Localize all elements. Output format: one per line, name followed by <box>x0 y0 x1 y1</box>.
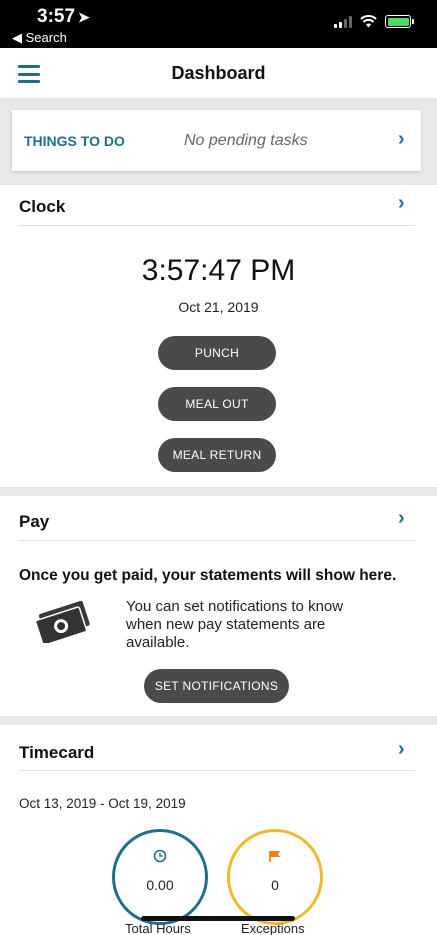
money-icon <box>35 601 90 643</box>
wifi-icon <box>360 15 377 28</box>
status-bar: 3:57 ➤ ◀ Search <box>0 0 437 48</box>
things-to-do-status: No pending tasks <box>184 132 308 149</box>
status-icons <box>334 15 414 28</box>
timecard-date-range: Oct 13, 2019 - Oct 19, 2019 <box>19 796 186 811</box>
timecard-chevron-right-icon[interactable]: › <box>398 738 405 761</box>
status-time: 3:57 ➤ <box>37 6 90 28</box>
clock-icon <box>115 849 205 868</box>
meal-out-button[interactable]: MEAL OUT <box>158 387 276 421</box>
status-time-text: 3:57 <box>37 6 76 27</box>
set-notifications-button[interactable]: SET NOTIFICATIONS <box>144 669 289 703</box>
divider <box>19 770 415 771</box>
clock-section-title[interactable]: Clock <box>19 197 65 217</box>
flag-icon <box>230 849 320 868</box>
chevron-right-icon: › <box>398 128 405 150</box>
cellular-signal-icon <box>334 15 352 28</box>
timecard-section-title[interactable]: Timecard <box>19 743 94 763</box>
clock-date: Oct 21, 2019 <box>178 299 259 315</box>
exceptions-value: 0 <box>271 877 279 893</box>
location-arrow-icon: ➤ <box>78 9 90 25</box>
pay-empty-message: Once you get paid, your statements will … <box>19 567 397 584</box>
nav-bar: Dashboard <box>0 48 437 98</box>
pay-section-title[interactable]: Pay <box>19 512 49 532</box>
clock-chevron-right-icon[interactable]: › <box>398 192 405 215</box>
clock-time: 3:57:47 PM <box>141 254 296 287</box>
back-triangle-icon: ◀ <box>12 30 22 45</box>
meal-return-button[interactable]: MEAL RETURN <box>158 438 276 472</box>
battery-icon <box>385 15 414 28</box>
home-indicator[interactable] <box>141 916 295 921</box>
total-hours-ring[interactable]: 0.00 <box>112 829 208 925</box>
section-separator <box>0 487 437 496</box>
total-hours-value: 0.00 <box>146 877 174 893</box>
things-to-do-label: THINGS TO DO <box>24 133 125 149</box>
pay-chevron-right-icon[interactable]: › <box>398 507 405 530</box>
divider <box>19 540 415 541</box>
punch-button[interactable]: PUNCH <box>158 336 276 370</box>
page-title: Dashboard <box>171 63 266 83</box>
exceptions-ring[interactable]: 0 <box>227 829 323 925</box>
things-to-do-card[interactable]: THINGS TO DO No pending tasks › <box>12 110 421 171</box>
section-separator <box>0 716 437 725</box>
total-hours-label: Total Hours <box>125 921 191 935</box>
back-to-search-link[interactable]: ◀ Search <box>12 30 67 46</box>
pay-notification-info: You can set notifications to know when n… <box>126 598 344 651</box>
exceptions-label: Exceptions <box>241 921 305 935</box>
divider <box>19 225 415 226</box>
back-label: Search <box>25 30 67 45</box>
